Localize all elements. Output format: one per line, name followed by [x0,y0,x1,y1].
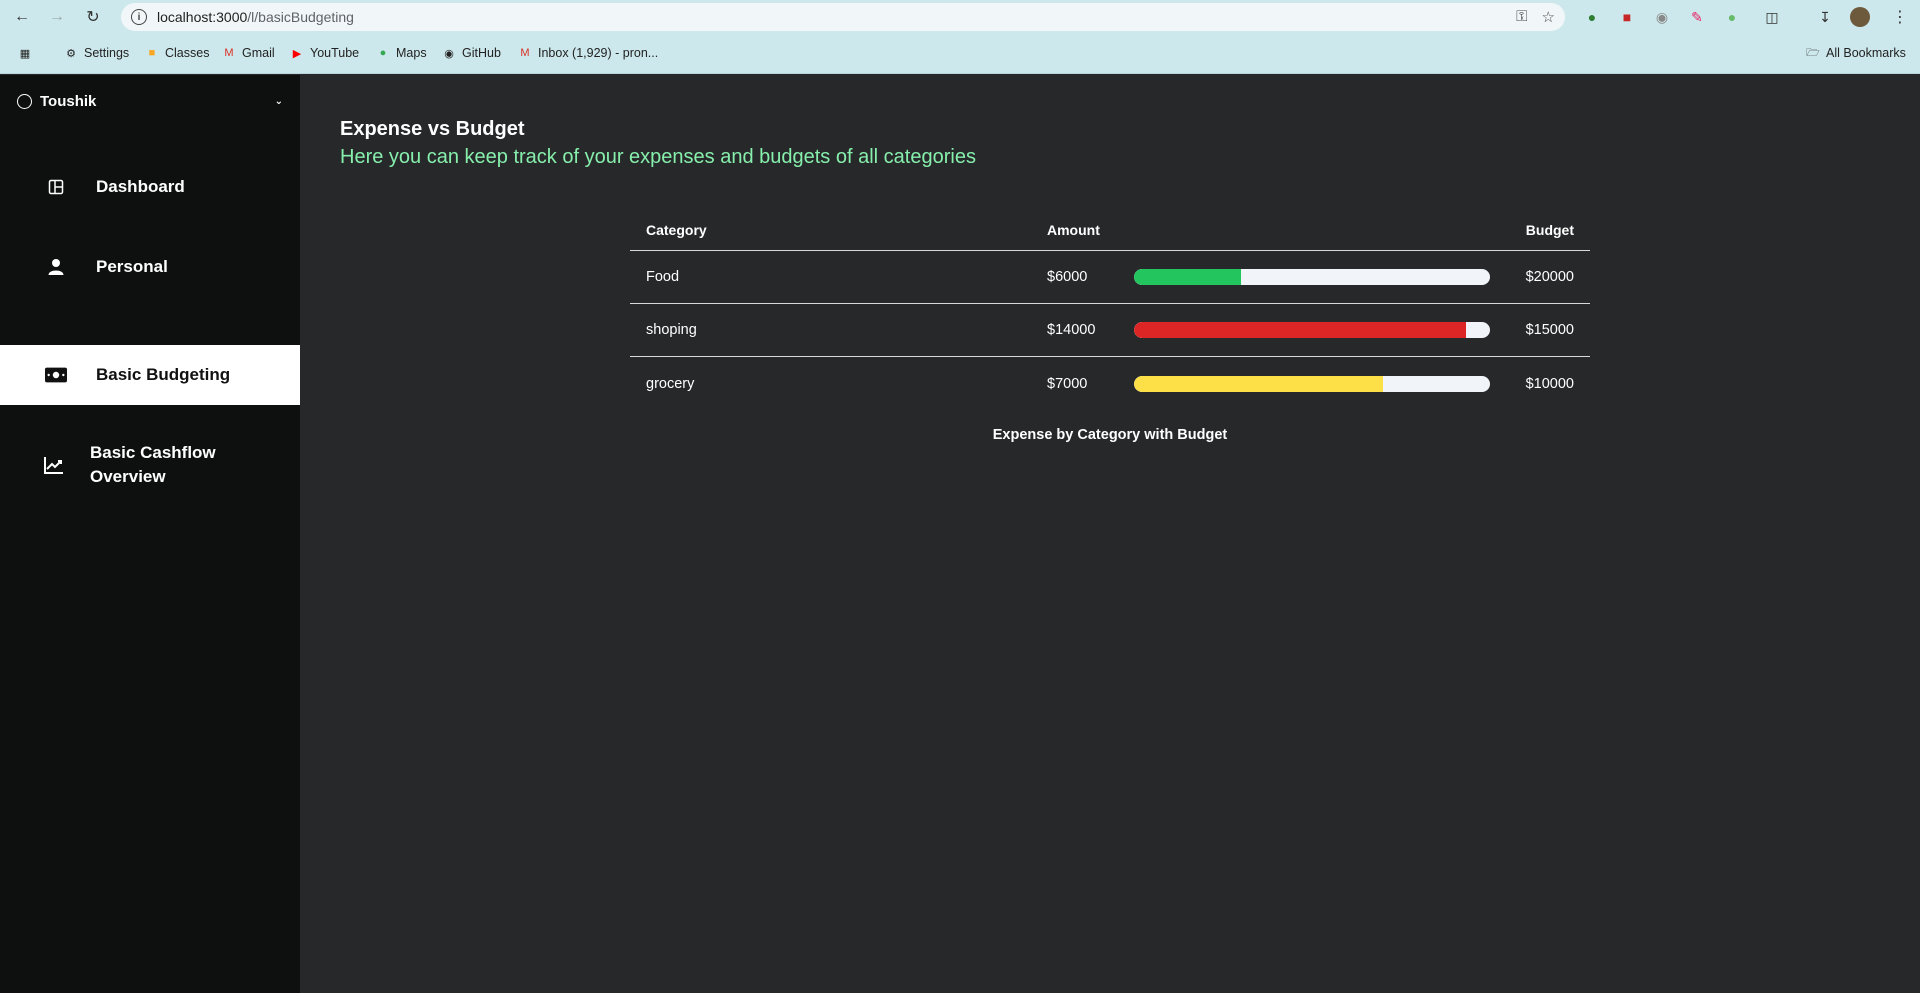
sidebar-item-personal[interactable]: Personal [0,237,300,297]
browser-toolbar: ← → ↻ i localhost:3000/l/basicBudgeting … [0,0,1920,34]
table-row: shoping $14000 $15000 [630,304,1590,357]
sidebar-item-label: Basic Budgeting [96,365,231,384]
progress-fill [1134,322,1467,338]
folder-icon: 🗁 [1806,46,1820,59]
row-budget: $15000 [1525,322,1574,338]
sidebar-item-dashboard[interactable]: Dashboard [0,157,300,217]
page-title: Expense vs Budget [340,118,525,140]
chart-line-icon [43,454,65,476]
bookmark-inbox[interactable]: M Inbox (1,929) - pron... [518,46,658,60]
forward-icon[interactable]: → [46,6,68,28]
header-category: Category [646,222,707,238]
header-amount: Amount [1047,222,1100,238]
all-bookmarks[interactable]: 🗁 All Bookmarks [1806,46,1906,60]
bookmarks-bar: ▦ ⚙ Settings ■ Classes M Gmail ▶ YouTube ● Ma… [0,34,1920,74]
extension-camera-icon[interactable]: ◉ [1652,7,1672,27]
row-category: shoping [646,322,697,338]
header-budget: Budget [1525,222,1574,238]
row-category: grocery [646,375,695,392]
row-budget: $10000 [1525,375,1574,392]
money-icon [45,364,67,386]
row-amount: $6000 [1047,269,1088,285]
classroom-icon: ■ [148,47,156,59]
bookmark-youtube[interactable]: ▶ YouTube [290,46,359,60]
bookmark-settings[interactable]: ⚙ Settings [64,46,129,60]
user-menu[interactable]: Toushik ⌄ [17,93,283,110]
sidebar-item-label: Personal [96,257,168,276]
progress-bar [1134,322,1490,338]
row-amount: $14000 [1047,322,1096,338]
bookmark-maps[interactable]: ● Maps [376,46,427,60]
budget-table: Category Amount Budget Food $6000 $20000… [630,210,1590,410]
bookmark-gmail[interactable]: M Gmail [222,46,274,60]
gmail-icon: M [224,47,234,59]
progress-bar [1134,269,1490,285]
sidebar-item-cashflow[interactable]: Basic Cashflow Overview [0,432,300,498]
youtube-icon: ▶ [292,47,302,60]
extension-red-icon[interactable]: ■ [1617,7,1637,27]
extension-pen-icon[interactable]: ✎ [1687,7,1707,27]
url-text[interactable]: localhost:3000/l/basicBudgeting [157,9,354,25]
downloads-icon[interactable]: ↧ [1815,7,1835,27]
extension-green-icon[interactable]: ● [1722,7,1742,27]
github-icon: ◉ [444,47,454,60]
gmail-icon: M [520,47,530,59]
user-circle-icon [17,94,32,109]
profile-avatar[interactable] [1850,7,1870,27]
progress-fill [1134,375,1384,392]
sidebar-item-basic-budgeting[interactable]: Basic Budgeting [0,345,300,405]
sidebar-item-label: Basic Cashflow Overview [90,443,216,486]
site-info-icon[interactable]: i [131,9,147,25]
password-key-icon[interactable]: ⚿ [1516,8,1527,26]
user-name: Toushik [40,93,97,110]
progress-bar [1134,375,1490,392]
sidebar: Toushik ⌄ Dashboard Personal Basic Budge… [0,75,300,993]
maps-pin-icon: ● [379,47,387,59]
table-row: Food $6000 $20000 [630,251,1590,304]
reload-icon[interactable]: ↻ [82,6,104,28]
table-caption: Expense by Category with Budget [992,427,1228,443]
back-icon[interactable]: ← [11,6,33,28]
address-bar[interactable]: i localhost:3000/l/basicBudgeting ⚿ ☆ [121,3,1565,31]
chevron-down-icon: ⌄ [274,96,283,107]
bookmark-star-icon[interactable]: ☆ [1542,8,1555,26]
bookmark-github[interactable]: ◉ GitHub [442,46,501,60]
sidebar-item-label: Dashboard [96,177,185,196]
extension-globe-icon[interactable]: ● [1582,7,1602,27]
browser-menu-icon[interactable]: ⋮ [1890,7,1910,27]
person-icon [45,256,67,278]
table-header: Category Amount Budget [630,210,1590,251]
extensions-puzzle-icon[interactable]: ◫ [1762,7,1782,27]
row-budget: $20000 [1525,269,1574,285]
dashboard-icon [45,176,67,198]
progress-fill [1134,269,1241,285]
page-subtitle: Here you can keep track of your expenses… [340,146,976,168]
row-category: Food [646,269,680,285]
main-content: Expense vs Budget Here you can keep trac… [300,75,1920,993]
row-amount: $7000 [1047,375,1088,392]
apps-grid-icon[interactable]: ▦ [18,46,32,60]
bookmark-classes[interactable]: ■ Classes [145,46,210,60]
table-row: grocery $7000 $10000 [630,357,1590,410]
gear-icon: ⚙ [66,47,76,60]
